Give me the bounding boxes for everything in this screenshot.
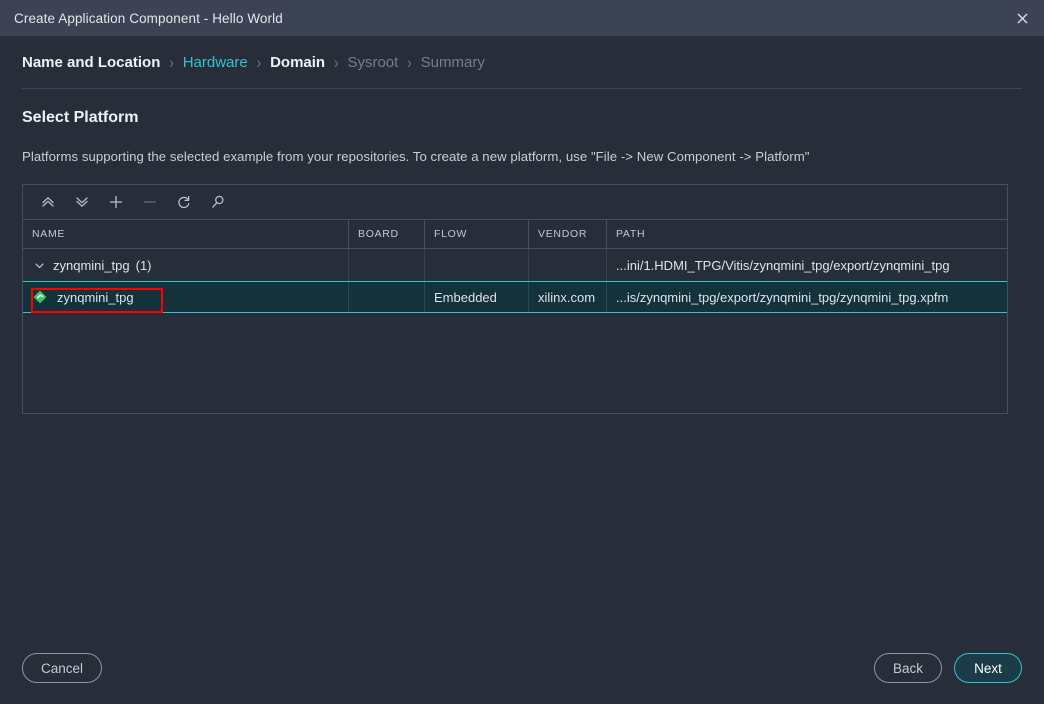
column-header-name[interactable]: NAME bbox=[23, 220, 349, 249]
platform-name: zynqmini_tpg bbox=[57, 290, 134, 305]
column-header-flow[interactable]: FLOW bbox=[425, 220, 529, 249]
breadcrumb-step-name-and-location[interactable]: Name and Location bbox=[22, 54, 160, 71]
table-toolbar bbox=[23, 185, 1007, 220]
table-row[interactable]: zynqmini_tpg Embedded xilinx.com ...is/z… bbox=[23, 281, 1007, 313]
cell-board bbox=[349, 282, 425, 312]
remove-icon bbox=[133, 188, 167, 216]
breadcrumb: Name and Location › Hardware › Domain › … bbox=[0, 36, 1044, 88]
add-icon[interactable] bbox=[99, 188, 133, 216]
cancel-button[interactable]: Cancel bbox=[22, 653, 102, 683]
page-title: Select Platform bbox=[22, 109, 1022, 127]
footer-actions: Back Next bbox=[874, 653, 1022, 683]
cell-flow bbox=[425, 249, 529, 281]
cell-name: zynqmini_tpg bbox=[23, 282, 349, 312]
cell-vendor: xilinx.com bbox=[529, 282, 607, 312]
next-button[interactable]: Next bbox=[954, 653, 1022, 683]
collapse-all-icon[interactable] bbox=[31, 188, 65, 216]
group-name: zynqmini_tpg bbox=[53, 258, 130, 273]
table-body: zynqmini_tpg (1) ...ini/1.HDMI_TPG/Vitis… bbox=[23, 249, 1007, 413]
dialog-footer: Cancel Back Next bbox=[0, 632, 1044, 704]
column-header-board[interactable]: BOARD bbox=[349, 220, 425, 249]
table-header: NAME BOARD FLOW VENDOR PATH bbox=[23, 220, 1007, 249]
breadcrumb-separator: › bbox=[407, 53, 411, 72]
platform-icon bbox=[32, 289, 48, 305]
platform-table-panel: NAME BOARD FLOW VENDOR PATH zyn bbox=[22, 184, 1008, 414]
breadcrumb-step-summary[interactable]: Summary bbox=[421, 54, 485, 71]
breadcrumb-separator: › bbox=[169, 53, 173, 72]
window-title: Create Application Component - Hello Wor… bbox=[0, 11, 283, 26]
cell-vendor bbox=[529, 249, 607, 281]
dialog-window: Create Application Component - Hello Wor… bbox=[0, 0, 1044, 704]
column-header-path[interactable]: PATH bbox=[607, 220, 1007, 249]
page-description: Platforms supporting the selected exampl… bbox=[22, 149, 1022, 164]
cell-flow: Embedded bbox=[425, 282, 529, 312]
breadcrumb-separator: › bbox=[257, 53, 261, 72]
expand-all-icon[interactable] bbox=[65, 188, 99, 216]
column-header-vendor[interactable]: VENDOR bbox=[529, 220, 607, 249]
cell-name: zynqmini_tpg (1) bbox=[23, 249, 349, 281]
refresh-icon[interactable] bbox=[167, 188, 201, 216]
breadcrumb-step-domain[interactable]: Domain bbox=[270, 54, 325, 71]
window-titlebar: Create Application Component - Hello Wor… bbox=[0, 0, 1044, 36]
cell-path: ...is/zynqmini_tpg/export/zynqmini_tpg/z… bbox=[607, 282, 1007, 312]
breadcrumb-step-hardware[interactable]: Hardware bbox=[183, 54, 248, 71]
chevron-down-icon[interactable] bbox=[32, 260, 47, 271]
breadcrumb-separator: › bbox=[334, 53, 338, 72]
breadcrumb-step-sysroot[interactable]: Sysroot bbox=[347, 54, 398, 71]
group-count: (1) bbox=[136, 258, 152, 273]
back-button[interactable]: Back bbox=[874, 653, 942, 683]
cell-board bbox=[349, 249, 425, 281]
close-icon[interactable] bbox=[1000, 0, 1044, 36]
search-icon[interactable] bbox=[201, 188, 235, 216]
cell-path: ...ini/1.HDMI_TPG/Vitis/zynqmini_tpg/exp… bbox=[607, 249, 1007, 281]
header-divider bbox=[22, 88, 1022, 89]
table-row[interactable]: zynqmini_tpg (1) ...ini/1.HDMI_TPG/Vitis… bbox=[23, 249, 1007, 281]
main-content: Select Platform Platforms supporting the… bbox=[0, 109, 1044, 414]
